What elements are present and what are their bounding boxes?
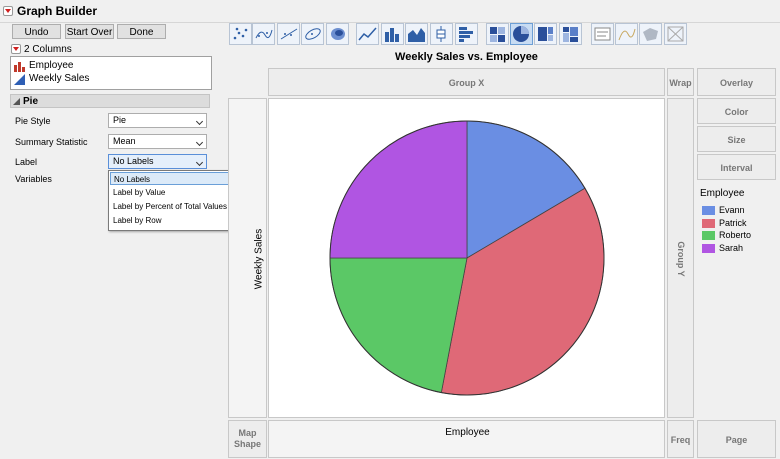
continuous-triangle-icon	[14, 74, 25, 85]
column-label: Weekly Sales	[29, 73, 90, 84]
disclosure-triangle-icon[interactable]	[13, 98, 20, 105]
menu-item-label-by-percent[interactable]: Label by Percent of Total Values	[110, 200, 237, 213]
pie-section-header[interactable]: Pie	[10, 94, 210, 108]
area-icon[interactable]	[405, 23, 428, 45]
x-zone[interactable]: Employee	[268, 420, 665, 458]
nominal-bar-icon	[14, 62, 25, 72]
ellipse-icon[interactable]	[301, 23, 324, 45]
graph-title: Weekly Sales vs. Employee	[395, 51, 538, 63]
group-y-zone[interactable]: Group Y	[667, 98, 694, 418]
y-axis-label: Weekly Sales	[253, 228, 265, 290]
menu-item-label-by-value[interactable]: Label by Value	[110, 186, 237, 199]
group-y-label: Group Y	[676, 241, 686, 277]
legend-label-patrick[interactable]: Patrick	[719, 218, 747, 228]
pie-chart[interactable]	[269, 99, 664, 417]
line-icon[interactable]	[356, 23, 379, 45]
wrap-zone[interactable]: Wrap	[667, 68, 694, 96]
line-of-fit-icon[interactable]	[277, 23, 300, 45]
map-shape-zone[interactable]: Map Shape	[228, 420, 267, 458]
legend-label-evann[interactable]: Evann	[719, 205, 745, 215]
x-axis-label: Employee	[445, 427, 490, 438]
menu-item-no-labels[interactable]: No Labels	[110, 172, 237, 185]
title-bar: Graph Builder	[0, 0, 780, 23]
legend-swatch-evann[interactable]	[702, 206, 715, 215]
undo-button[interactable]: Undo	[12, 24, 61, 39]
bar-icon[interactable]	[381, 23, 404, 45]
variables-label: Variables	[15, 174, 52, 184]
formula-icon[interactable]	[615, 23, 638, 45]
color-zone[interactable]: Color	[697, 98, 776, 124]
overlay-zone[interactable]: Overlay	[697, 68, 776, 96]
legend-swatch-sarah[interactable]	[702, 243, 715, 253]
box-plot-icon[interactable]	[430, 23, 453, 45]
points-icon[interactable]	[229, 23, 252, 45]
legend-label-sarah[interactable]: Sarah	[719, 243, 743, 253]
red-triangle-menu-icon[interactable]	[3, 6, 13, 16]
section-title: Pie	[23, 96, 39, 107]
columns-list[interactable]: Employee Weekly Sales	[10, 56, 212, 90]
window-title: Graph Builder	[17, 4, 98, 18]
freq-zone[interactable]: Freq	[667, 420, 694, 458]
heatmap-icon[interactable]	[486, 23, 509, 45]
menu-item-label-by-row[interactable]: Label by Row	[110, 214, 237, 227]
label-dropdown-menu: No Labels Label by Value Label by Percen…	[108, 170, 241, 231]
pie-icon[interactable]	[510, 23, 533, 45]
legend-label-roberto[interactable]: Roberto	[719, 230, 751, 240]
legend-title: Employee	[700, 188, 745, 199]
summary-statistic-label: Summary Statistic	[15, 137, 88, 147]
columns-menu-icon[interactable]	[11, 44, 21, 54]
pie-slice-sarah[interactable]	[329, 120, 468, 259]
legend-swatch-patrick[interactable]	[702, 218, 715, 228]
legend-swatch-roberto[interactable]	[702, 231, 715, 240]
map-shapes-icon[interactable]	[639, 23, 662, 45]
summary-statistic-select[interactable]: Mean	[108, 134, 207, 149]
label-select[interactable]: No Labels	[108, 154, 207, 169]
y-zone[interactable]: Weekly Sales	[228, 98, 267, 418]
group-x-zone[interactable]: Group X	[268, 68, 665, 96]
plot-area[interactable]	[268, 98, 665, 418]
contour-icon[interactable]	[326, 23, 349, 45]
done-button[interactable]: Done	[117, 24, 166, 39]
columns-header: 2 Columns	[24, 44, 72, 55]
interval-zone[interactable]: Interval	[697, 154, 776, 180]
treemap-icon[interactable]	[534, 23, 557, 45]
page-zone[interactable]: Page	[697, 420, 776, 458]
histogram-icon[interactable]	[455, 23, 478, 45]
start-over-button[interactable]: Start Over	[65, 24, 114, 39]
custom-icon[interactable]	[664, 23, 687, 45]
smoother-icon[interactable]	[252, 23, 275, 45]
mosaic-icon[interactable]	[559, 23, 582, 45]
label-option-label: Label	[15, 157, 38, 167]
column-label: Employee	[29, 60, 74, 71]
pie-style-label: Pie Style	[15, 116, 51, 126]
caption-box-icon[interactable]	[591, 23, 614, 45]
pie-style-select[interactable]: Pie	[108, 113, 207, 128]
size-zone[interactable]: Size	[697, 126, 776, 152]
